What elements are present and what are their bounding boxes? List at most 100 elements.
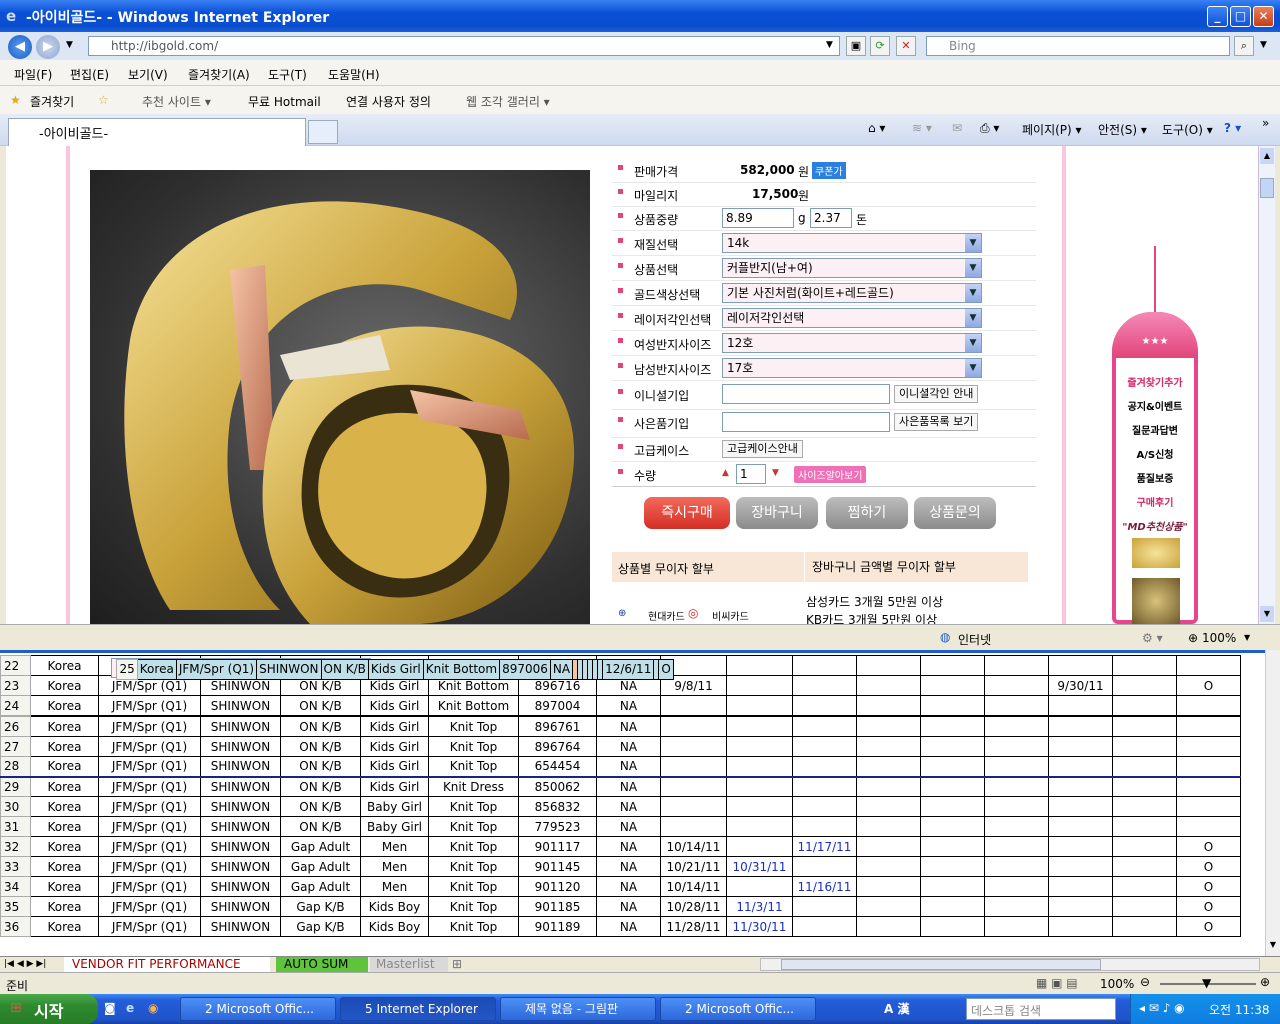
help-icon[interactable]: ? ▾: [1224, 121, 1241, 135]
empty-cell[interactable]: [1112, 796, 1177, 817]
date-cell[interactable]: [1048, 695, 1113, 716]
empty-cell[interactable]: [856, 675, 921, 696]
date-cell[interactable]: [726, 816, 793, 837]
table-cell[interactable]: Kids Girl: [360, 695, 429, 716]
date-cell[interactable]: [792, 776, 857, 797]
task-internet-explorer[interactable]: 5 Internet Explorer: [340, 997, 496, 1021]
page-scrollbar[interactable]: ▲ ▼: [1258, 146, 1275, 624]
date-cell[interactable]: [726, 655, 793, 676]
zoom-out-icon[interactable]: ⊖: [1140, 975, 1150, 989]
table-cell[interactable]: Korea: [30, 796, 99, 817]
date-cell[interactable]: [726, 836, 793, 857]
table-row[interactable]: 26 Korea JFM/Spr (Q1) SHINWON ON K/B Kids Gir…: [0, 716, 1241, 737]
flag-cell[interactable]: O: [1176, 856, 1241, 877]
sheet-tab-auto-sum[interactable]: AUTO SUM: [276, 957, 368, 972]
table-cell[interactable]: Knit Top: [428, 756, 519, 778]
table-cell[interactable]: NA: [596, 716, 661, 737]
empty-cell[interactable]: [1112, 876, 1177, 897]
close-button[interactable]: ✕: [1253, 6, 1274, 27]
view-mode-icons[interactable]: ▦ ▣ ▤: [1036, 976, 1078, 990]
empty-cell[interactable]: [984, 856, 1049, 877]
table-cell[interactable]: JFM/Spr (Q1): [98, 796, 201, 817]
table-cell[interactable]: SHINWON: [200, 816, 281, 837]
empty-cell[interactable]: [984, 876, 1049, 897]
date-cell[interactable]: 10/14/11: [660, 876, 727, 897]
flag-cell[interactable]: [1176, 736, 1241, 757]
title-bar[interactable]: e -아이비골드- - Windows Internet Explorer _ …: [0, 0, 1280, 32]
search-options-icon[interactable]: ▼: [1260, 40, 1267, 50]
table-cell[interactable]: 896764: [518, 736, 597, 757]
table-cell[interactable]: JFM/Spr (Q1): [98, 916, 201, 937]
table-row[interactable]: 32 Korea JFM/Spr (Q1) SHINWON Gap Adult Men Kn…: [0, 836, 1241, 857]
table-cell[interactable]: Baby Girl: [360, 796, 429, 817]
table-cell[interactable]: Knit Top: [428, 916, 519, 937]
tab-ibgold[interactable]: -아이비골드-: [8, 118, 306, 146]
empty-cell[interactable]: [920, 695, 985, 716]
favorites-button[interactable]: 즐겨찾기: [30, 93, 74, 110]
table-row[interactable]: 24 Korea JFM/Spr (Q1) SHINWON ON K/B Kids Gir…: [0, 695, 1241, 716]
table-cell[interactable]: 779523: [518, 816, 597, 837]
date-cell[interactable]: [1048, 796, 1113, 817]
minimize-button[interactable]: _: [1207, 6, 1228, 27]
date-cell[interactable]: [726, 876, 793, 897]
table-cell[interactable]: Kids Girl: [360, 776, 429, 797]
empty-cell[interactable]: [984, 816, 1049, 837]
table-row[interactable]: 29 Korea JFM/Spr (Q1) SHINWON ON K/B Kids Gir…: [0, 776, 1241, 797]
date-cell[interactable]: [792, 916, 857, 937]
table-cell[interactable]: Kids Girl: [360, 736, 429, 757]
empty-cell[interactable]: [984, 716, 1049, 737]
table-cell[interactable]: Knit Top: [428, 796, 519, 817]
safety-menu[interactable]: 안전(S) ▾: [1098, 121, 1147, 138]
empty-cell[interactable]: [984, 756, 1049, 778]
table-cell[interactable]: NA: [596, 836, 661, 857]
table-cell[interactable]: Korea: [30, 736, 99, 757]
url-dropdown-icon[interactable]: ▼: [826, 40, 833, 50]
date-cell[interactable]: [660, 816, 727, 837]
date-cell[interactable]: [1048, 655, 1113, 676]
table-cell[interactable]: Korea: [30, 776, 99, 797]
table-row[interactable]: 35 Korea JFM/Spr (Q1) SHINWON Gap K/B Kids Bo…: [0, 896, 1241, 917]
table-cell[interactable]: NA: [596, 796, 661, 817]
add-favorite-icon[interactable]: ☆: [98, 93, 109, 107]
date-cell[interactable]: [1048, 896, 1113, 917]
table-cell[interactable]: SHINWON: [200, 736, 281, 757]
table-cell[interactable]: Knit Bottom: [428, 695, 519, 716]
date-cell[interactable]: [1048, 856, 1113, 877]
weight-don-field[interactable]: 2.37: [810, 208, 852, 228]
row-header[interactable]: 35: [0, 896, 31, 917]
date-cell[interactable]: [726, 756, 793, 778]
desktop-search-input[interactable]: 데스크톱 검색: [966, 998, 1116, 1020]
empty-cell[interactable]: [984, 916, 1049, 937]
case-guide-button[interactable]: 고급케이스안내: [722, 440, 803, 458]
item-select[interactable]: 커플반지(남+여) ▼: [722, 258, 982, 278]
empty-cell[interactable]: [920, 816, 985, 837]
table-cell[interactable]: NA: [596, 876, 661, 897]
date-cell[interactable]: [726, 776, 793, 797]
date-cell[interactable]: [1048, 816, 1113, 837]
scroll-thumb[interactable]: [1260, 178, 1274, 198]
quicklaunch-outlook-icon[interactable]: ◉: [148, 1001, 158, 1015]
compat-view-icon[interactable]: ▣: [846, 36, 866, 56]
table-cell[interactable]: NA: [549, 658, 574, 680]
date-cell[interactable]: [1048, 716, 1113, 737]
task-office-2[interactable]: 2 Microsoft Offic...: [660, 997, 816, 1021]
table-cell[interactable]: Baby Girl: [360, 816, 429, 837]
empty-cell[interactable]: [920, 876, 985, 897]
empty-cell[interactable]: [856, 776, 921, 797]
table-row[interactable]: 33 Korea JFM/Spr (Q1) SHINWON Gap Adult Men Kn…: [0, 856, 1241, 877]
table-cell[interactable]: JFM/Spr (Q1): [98, 736, 201, 757]
new-tab-button[interactable]: [308, 120, 338, 144]
table-cell[interactable]: Knit Dress: [428, 776, 519, 797]
date-cell[interactable]: [660, 736, 727, 757]
date-cell[interactable]: [660, 756, 727, 778]
flag-cell[interactable]: [1176, 655, 1241, 676]
date-cell[interactable]: 11/3/11: [726, 896, 793, 917]
flag-cell[interactable]: O: [1176, 876, 1241, 897]
row-header[interactable]: 33: [0, 856, 31, 877]
flag-cell[interactable]: O: [658, 658, 674, 680]
empty-cell[interactable]: [984, 836, 1049, 857]
table-cell[interactable]: NA: [596, 695, 661, 716]
search-input[interactable]: Bing: [926, 36, 1230, 56]
table-cell[interactable]: ON K/B: [320, 658, 369, 680]
gift-list-button[interactable]: 사은품목록 보기: [894, 413, 979, 431]
